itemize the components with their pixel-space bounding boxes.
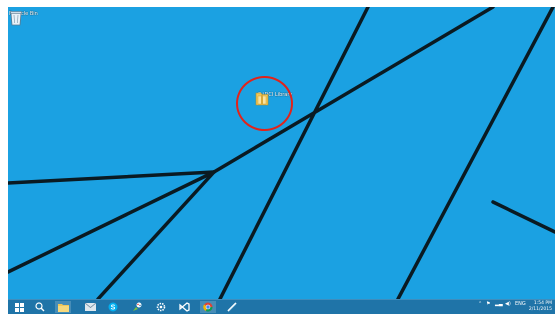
wallpaper-lines: [8, 7, 555, 299]
start-button[interactable]: [11, 301, 27, 313]
wallpaper-line: [8, 170, 216, 185]
screen: Recycle Bin C:\DCI Library S ⌃ ⚑ ▂▃ ◀) E…: [0, 0, 555, 314]
svg-text:S: S: [111, 305, 116, 312]
taskbar: S ⌃ ⚑ ▂▃ ◀) ENG 1:54 PM 2/11/2015: [8, 299, 555, 314]
desktop-wallpaper[interactable]: Recycle Bin C:\DCI Library: [8, 7, 555, 299]
pen-tool-button[interactable]: [224, 301, 240, 313]
search-button[interactable]: [32, 301, 48, 313]
pen-tool-icon: [227, 302, 237, 312]
wallpaper-line: [8, 170, 216, 274]
chrome-icon: [203, 302, 213, 312]
visual-studio-button[interactable]: [176, 301, 192, 313]
skype-button[interactable]: S: [105, 301, 121, 313]
paint-button[interactable]: [129, 301, 145, 313]
recycle-bin-icon: [10, 11, 22, 26]
visual-studio-icon: [178, 302, 190, 312]
settings-button[interactable]: [153, 301, 169, 313]
windows-start-icon: [14, 302, 24, 312]
mail-button[interactable]: [82, 301, 98, 313]
wallpaper-line: [218, 7, 370, 299]
chrome-button[interactable]: [200, 301, 216, 313]
clock-date: 2/11/2015: [528, 307, 552, 312]
flag-icon[interactable]: ⚑: [486, 302, 490, 307]
paint-icon: [133, 302, 142, 311]
recycle-bin-desktop-icon[interactable]: Recycle Bin: [9, 10, 38, 26]
desktop-frame: Recycle Bin C:\DCI Library S ⌃ ⚑ ▂▃ ◀) E…: [8, 7, 555, 314]
network-icon[interactable]: ▂▃: [495, 302, 503, 307]
skype-icon: S: [108, 302, 118, 312]
red-highlight-circle: [236, 76, 293, 131]
search-icon: [35, 302, 45, 312]
tray-overflow-icon[interactable]: ⌃: [478, 302, 482, 307]
settings-icon: [156, 302, 166, 312]
mail-icon: [84, 303, 96, 311]
language-indicator[interactable]: ENG: [515, 302, 526, 307]
file-explorer-icon: [57, 303, 69, 312]
clock[interactable]: 1:54 PM 2/11/2015: [529, 301, 552, 313]
wallpaper-line: [96, 170, 216, 299]
volume-icon[interactable]: ◀): [505, 302, 511, 307]
file-explorer-button[interactable]: [55, 301, 71, 313]
wallpaper-line: [491, 200, 555, 234]
